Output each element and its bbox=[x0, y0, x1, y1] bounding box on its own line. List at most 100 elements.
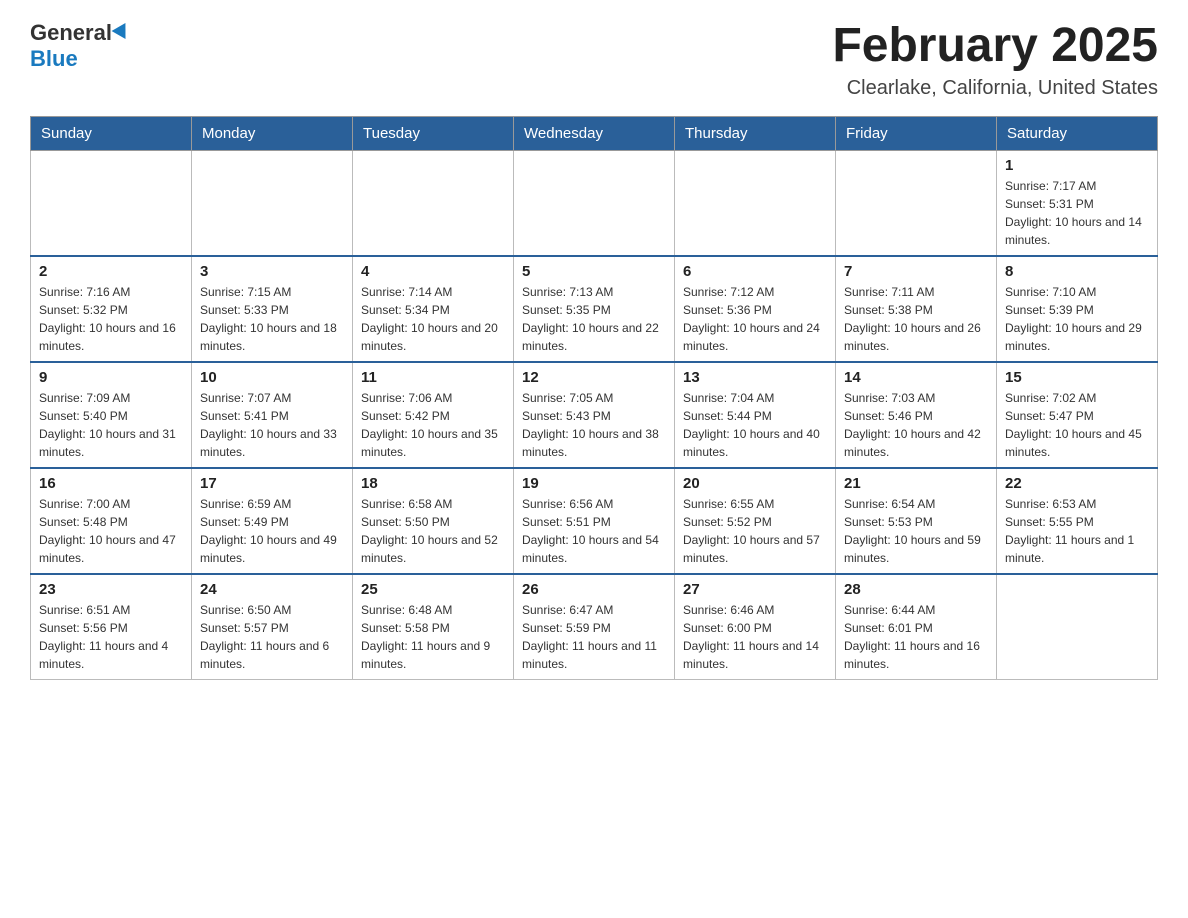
header-row: SundayMondayTuesdayWednesdayThursdayFrid… bbox=[31, 116, 1158, 150]
day-info: Sunrise: 7:17 AM Sunset: 5:31 PM Dayligh… bbox=[1005, 177, 1149, 249]
logo-triangle-icon bbox=[112, 23, 133, 43]
title-block: February 2025 Clearlake, California, Uni… bbox=[832, 20, 1158, 100]
calendar-cell: 7 Sunrise: 7:11 AM Sunset: 5:38 PM Daylig… bbox=[836, 256, 997, 362]
day-info: Sunrise: 7:04 AM Sunset: 5:44 PM Dayligh… bbox=[683, 389, 827, 461]
day-info: Sunrise: 7:15 AM Sunset: 5:33 PM Dayligh… bbox=[200, 283, 344, 355]
column-header-thursday: Thursday bbox=[675, 116, 836, 150]
day-number: 10 bbox=[200, 369, 344, 386]
calendar-cell: 26Sunrise: 6:47 AM Sunset: 5:59 PM Dayli… bbox=[514, 574, 675, 680]
calendar-cell: 19 Sunrise: 6:56 AM Sunset: 5:51 PM Dayli… bbox=[514, 468, 675, 574]
day-info: Sunrise: 7:05 AM Sunset: 5:43 PM Dayligh… bbox=[522, 389, 666, 461]
day-number: 25 bbox=[361, 581, 505, 598]
calendar-cell: 21 Sunrise: 6:54 AM Sunset: 5:53 PM Dayli… bbox=[836, 468, 997, 574]
day-info: Sunrise: 6:44 AM Sunset: 6:01 PM Dayligh… bbox=[844, 601, 988, 673]
column-header-sunday: Sunday bbox=[31, 116, 192, 150]
logo-general-text: General bbox=[30, 20, 112, 46]
day-number: 21 bbox=[844, 475, 988, 492]
calendar-body: 1 Sunrise: 7:17 AM Sunset: 5:31 PM Daylig… bbox=[31, 150, 1158, 679]
calendar-cell: 27 Sunrise: 6:46 AM Sunset: 6:00 PM Dayli… bbox=[675, 574, 836, 680]
day-number: 18 bbox=[361, 475, 505, 492]
calendar-week-row: 1 Sunrise: 7:17 AM Sunset: 5:31 PM Daylig… bbox=[31, 150, 1158, 256]
calendar-cell: 20 Sunrise: 6:55 AM Sunset: 5:52 PM Dayli… bbox=[675, 468, 836, 574]
day-info: Sunrise: 7:13 AM Sunset: 5:35 PM Dayligh… bbox=[522, 283, 666, 355]
calendar-cell: 2 Sunrise: 7:16 AM Sunset: 5:32 PM Daylig… bbox=[31, 256, 192, 362]
day-number: 9 bbox=[39, 369, 183, 386]
calendar-header: SundayMondayTuesdayWednesdayThursdayFrid… bbox=[31, 116, 1158, 150]
calendar-cell: 28 Sunrise: 6:44 AM Sunset: 6:01 PM Dayli… bbox=[836, 574, 997, 680]
day-info: Sunrise: 6:53 AM Sunset: 5:55 PM Dayligh… bbox=[1005, 495, 1149, 567]
calendar-cell: 12 Sunrise: 7:05 AM Sunset: 5:43 PM Dayli… bbox=[514, 362, 675, 468]
day-number: 28 bbox=[844, 581, 988, 598]
day-info: Sunrise: 7:06 AM Sunset: 5:42 PM Dayligh… bbox=[361, 389, 505, 461]
day-info: Sunrise: 6:54 AM Sunset: 5:53 PM Dayligh… bbox=[844, 495, 988, 567]
day-number: 3 bbox=[200, 263, 344, 280]
column-header-wednesday: Wednesday bbox=[514, 116, 675, 150]
day-info: Sunrise: 7:02 AM Sunset: 5:47 PM Dayligh… bbox=[1005, 389, 1149, 461]
calendar-cell: 23Sunrise: 6:51 AM Sunset: 5:56 PM Dayli… bbox=[31, 574, 192, 680]
calendar-cell: 13 Sunrise: 7:04 AM Sunset: 5:44 PM Dayli… bbox=[675, 362, 836, 468]
day-info: Sunrise: 7:14 AM Sunset: 5:34 PM Dayligh… bbox=[361, 283, 505, 355]
logo-blue-text: Blue bbox=[30, 46, 78, 72]
page-header: General Blue February 2025 Clearlake, Ca… bbox=[30, 20, 1158, 100]
calendar-cell bbox=[675, 150, 836, 256]
day-info: Sunrise: 6:58 AM Sunset: 5:50 PM Dayligh… bbox=[361, 495, 505, 567]
day-number: 24 bbox=[200, 581, 344, 598]
day-number: 13 bbox=[683, 369, 827, 386]
calendar-cell: 9 Sunrise: 7:09 AM Sunset: 5:40 PM Daylig… bbox=[31, 362, 192, 468]
day-number: 14 bbox=[844, 369, 988, 386]
calendar-cell: 5 Sunrise: 7:13 AM Sunset: 5:35 PM Daylig… bbox=[514, 256, 675, 362]
day-number: 27 bbox=[683, 581, 827, 598]
day-number: 7 bbox=[844, 263, 988, 280]
day-info: Sunrise: 7:09 AM Sunset: 5:40 PM Dayligh… bbox=[39, 389, 183, 461]
day-info: Sunrise: 7:11 AM Sunset: 5:38 PM Dayligh… bbox=[844, 283, 988, 355]
day-number: 12 bbox=[522, 369, 666, 386]
column-header-friday: Friday bbox=[836, 116, 997, 150]
calendar-week-row: 23Sunrise: 6:51 AM Sunset: 5:56 PM Dayli… bbox=[31, 574, 1158, 680]
calendar-subtitle: Clearlake, California, United States bbox=[832, 77, 1158, 100]
day-number: 26 bbox=[522, 581, 666, 598]
day-info: Sunrise: 7:16 AM Sunset: 5:32 PM Dayligh… bbox=[39, 283, 183, 355]
day-number: 23 bbox=[39, 581, 183, 598]
column-header-monday: Monday bbox=[192, 116, 353, 150]
calendar-cell: 17Sunrise: 6:59 AM Sunset: 5:49 PM Dayli… bbox=[192, 468, 353, 574]
day-number: 20 bbox=[683, 475, 827, 492]
calendar-cell: 3 Sunrise: 7:15 AM Sunset: 5:33 PM Daylig… bbox=[192, 256, 353, 362]
day-number: 22 bbox=[1005, 475, 1149, 492]
day-number: 4 bbox=[361, 263, 505, 280]
calendar-cell bbox=[353, 150, 514, 256]
calendar-cell: 25Sunrise: 6:48 AM Sunset: 5:58 PM Dayli… bbox=[353, 574, 514, 680]
calendar-week-row: 9 Sunrise: 7:09 AM Sunset: 5:40 PM Daylig… bbox=[31, 362, 1158, 468]
day-number: 19 bbox=[522, 475, 666, 492]
day-number: 2 bbox=[39, 263, 183, 280]
calendar-cell: 18 Sunrise: 6:58 AM Sunset: 5:50 PM Dayli… bbox=[353, 468, 514, 574]
logo: General Blue bbox=[30, 20, 130, 72]
day-info: Sunrise: 6:59 AM Sunset: 5:49 PM Dayligh… bbox=[200, 495, 344, 567]
calendar-cell: 10 Sunrise: 7:07 AM Sunset: 5:41 PM Dayli… bbox=[192, 362, 353, 468]
calendar-cell: 1 Sunrise: 7:17 AM Sunset: 5:31 PM Daylig… bbox=[997, 150, 1158, 256]
column-header-saturday: Saturday bbox=[997, 116, 1158, 150]
day-info: Sunrise: 6:50 AM Sunset: 5:57 PM Dayligh… bbox=[200, 601, 344, 673]
day-info: Sunrise: 6:55 AM Sunset: 5:52 PM Dayligh… bbox=[683, 495, 827, 567]
day-number: 5 bbox=[522, 263, 666, 280]
day-info: Sunrise: 7:00 AM Sunset: 5:48 PM Dayligh… bbox=[39, 495, 183, 567]
calendar-cell bbox=[836, 150, 997, 256]
day-info: Sunrise: 6:56 AM Sunset: 5:51 PM Dayligh… bbox=[522, 495, 666, 567]
calendar-week-row: 16Sunrise: 7:00 AM Sunset: 5:48 PM Dayli… bbox=[31, 468, 1158, 574]
calendar-cell: 11 Sunrise: 7:06 AM Sunset: 5:42 PM Dayli… bbox=[353, 362, 514, 468]
day-number: 8 bbox=[1005, 263, 1149, 280]
calendar-week-row: 2 Sunrise: 7:16 AM Sunset: 5:32 PM Daylig… bbox=[31, 256, 1158, 362]
day-info: Sunrise: 7:07 AM Sunset: 5:41 PM Dayligh… bbox=[200, 389, 344, 461]
day-info: Sunrise: 6:46 AM Sunset: 6:00 PM Dayligh… bbox=[683, 601, 827, 673]
day-number: 1 bbox=[1005, 157, 1149, 174]
day-number: 11 bbox=[361, 369, 505, 386]
calendar-title: February 2025 bbox=[832, 20, 1158, 73]
calendar-cell: 14 Sunrise: 7:03 AM Sunset: 5:46 PM Dayli… bbox=[836, 362, 997, 468]
calendar-table: SundayMondayTuesdayWednesdayThursdayFrid… bbox=[30, 116, 1158, 680]
calendar-cell bbox=[31, 150, 192, 256]
day-info: Sunrise: 7:03 AM Sunset: 5:46 PM Dayligh… bbox=[844, 389, 988, 461]
calendar-cell: 24 Sunrise: 6:50 AM Sunset: 5:57 PM Dayli… bbox=[192, 574, 353, 680]
calendar-cell: 15Sunrise: 7:02 AM Sunset: 5:47 PM Dayli… bbox=[997, 362, 1158, 468]
calendar-cell bbox=[192, 150, 353, 256]
calendar-cell: 16Sunrise: 7:00 AM Sunset: 5:48 PM Dayli… bbox=[31, 468, 192, 574]
column-header-tuesday: Tuesday bbox=[353, 116, 514, 150]
